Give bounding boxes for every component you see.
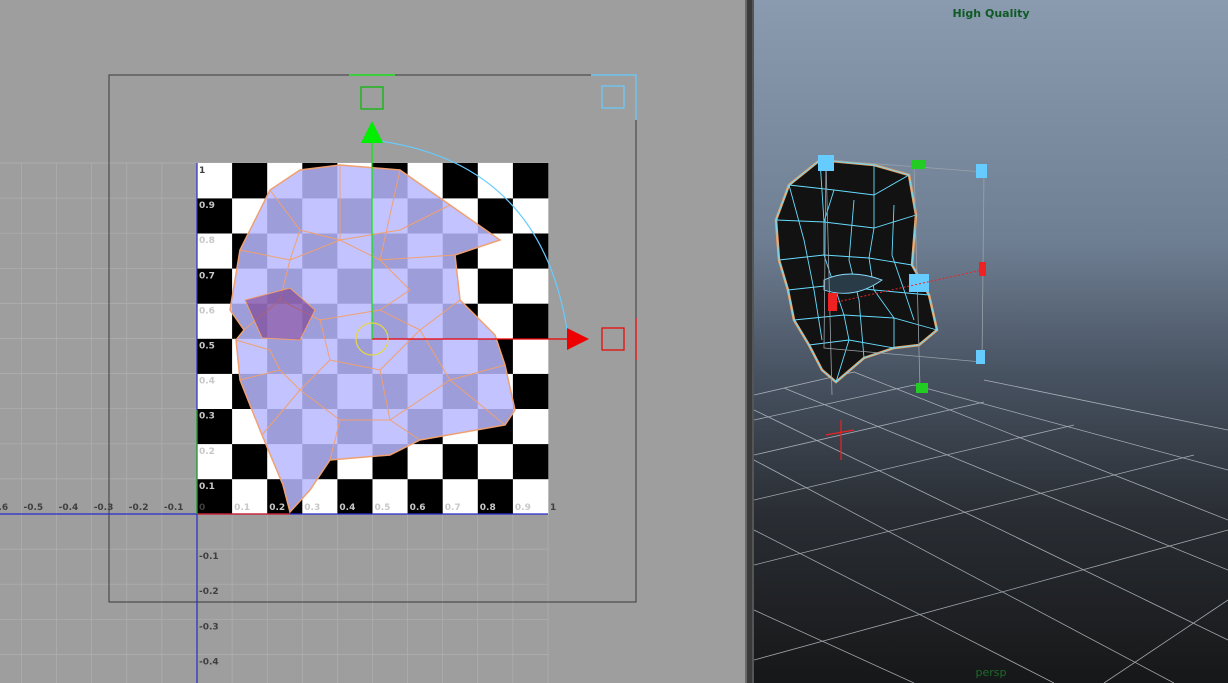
uniform-scale-corner <box>591 74 637 120</box>
y-handle-bottom[interactable] <box>916 383 928 393</box>
checker-cell <box>442 443 479 480</box>
origin-axis-marker <box>825 420 855 460</box>
uniform-scale-handle[interactable] <box>601 85 625 109</box>
u-tick-label: 0.9 <box>515 503 531 513</box>
u-tick-label: 0.1 <box>234 503 250 513</box>
u-tick-label: -0.3 <box>94 503 114 513</box>
perspective-viewport[interactable]: High Quality persp <box>754 0 1228 683</box>
checker-cell <box>512 338 549 374</box>
scale-handle-tl[interactable] <box>818 155 834 171</box>
v-scale-handle[interactable] <box>360 86 384 110</box>
checker-cell <box>512 163 549 199</box>
v-tick-label: 0.6 <box>199 306 215 316</box>
v-tick-label: -0.4 <box>199 657 219 667</box>
u-tick-label: 0.5 <box>375 503 391 513</box>
u-tick-label: 0.4 <box>339 503 355 513</box>
checker-cell <box>512 268 549 304</box>
u-move-arrow[interactable] <box>567 328 589 350</box>
checker-cell <box>442 163 479 199</box>
u-tick-label: 0 <box>199 503 205 513</box>
u-tick-label: 0.3 <box>304 503 320 513</box>
u-tick-label: -0.5 <box>24 503 44 513</box>
u-scale-handle[interactable] <box>601 327 625 351</box>
v-tick-label: 0.2 <box>199 447 215 457</box>
v-tick-label: -0.1 <box>199 552 219 562</box>
u-tick-label: 0.8 <box>480 503 496 513</box>
v-tick-label: 0.5 <box>199 342 215 352</box>
v-tick-label: 0.8 <box>199 236 215 246</box>
checker-cell <box>477 268 514 304</box>
u-tick-label: 0.7 <box>445 503 461 513</box>
u-tick-label: 1 <box>550 503 556 513</box>
uv-editor-canvas[interactable]: -0.6 -0.5 -0.4 -0.3 -0.2 -0.1 0 0.1 0.2 0.3 0.4 0.5… <box>0 0 745 683</box>
v-tick-label: 0.3 <box>199 412 215 422</box>
v-tick-label: -0.2 <box>199 587 219 597</box>
checker-cell <box>232 443 268 480</box>
checker-cell <box>512 303 549 339</box>
ground-grid <box>754 371 1228 683</box>
checker-cell <box>477 443 514 480</box>
checker-cell <box>477 163 514 199</box>
persp-canvas[interactable] <box>754 0 1228 683</box>
u-tick-label: -0.2 <box>129 503 149 513</box>
v-tick-label: -0.3 <box>199 622 219 632</box>
checker-cell <box>512 443 549 480</box>
u-tick-label: -0.4 <box>59 503 79 513</box>
checker-cell <box>407 443 443 480</box>
scale-handle-tr[interactable] <box>976 164 987 178</box>
y-handle-top[interactable] <box>911 160 925 169</box>
panel-splitter[interactable] <box>745 0 754 683</box>
v-tick-label: 1 <box>199 166 205 176</box>
checker-cell <box>512 408 549 445</box>
x-handle-left[interactable] <box>828 293 837 311</box>
camera-name-label: persp <box>975 666 1007 679</box>
checker-cell <box>232 163 268 199</box>
v-move-arrow[interactable] <box>361 121 383 143</box>
head-mesh[interactable] <box>774 158 939 384</box>
scale-handle-br[interactable] <box>976 350 985 364</box>
v-tick-label: 0.1 <box>199 482 215 492</box>
uv-texture-editor-panel[interactable]: -0.6 -0.5 -0.4 -0.3 -0.2 -0.1 0 0.1 0.2 0.3 0.4 0.5… <box>0 0 745 683</box>
checker-cell <box>512 373 549 409</box>
u-tick-label: -0.1 <box>164 503 184 513</box>
v-tick-label: 0.7 <box>199 271 215 281</box>
v-tick-label: 0.4 <box>199 377 215 387</box>
scale-handle-center[interactable] <box>909 274 929 292</box>
x-handle-right[interactable] <box>979 262 986 276</box>
u-tick-label: 0.2 <box>269 503 285 513</box>
v-tick-label: 0.9 <box>199 201 215 211</box>
u-tick-label: 0.6 <box>410 503 426 513</box>
u-tick-label: -0.6 <box>0 503 8 513</box>
